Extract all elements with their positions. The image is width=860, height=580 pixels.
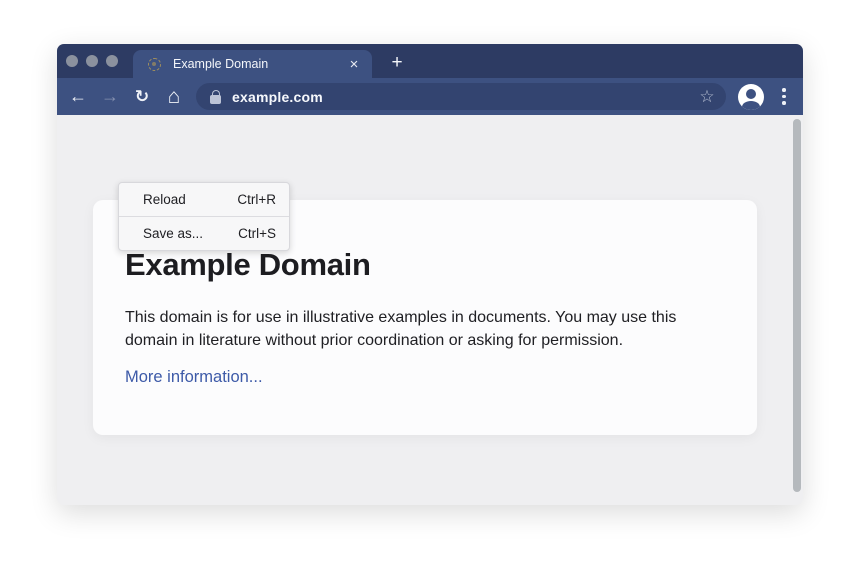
profile-avatar[interactable] (738, 84, 764, 110)
vertical-scrollbar[interactable] (793, 119, 801, 492)
reload-icon[interactable]: ↻ (126, 81, 158, 113)
address-bar[interactable]: example.com ☆ (196, 83, 726, 110)
more-information-link[interactable]: More information... (125, 368, 263, 387)
bookmark-star-icon[interactable]: ☆ (696, 86, 718, 108)
browser-menu-icon[interactable] (772, 85, 796, 109)
globe-favicon-icon (148, 58, 161, 71)
context-menu: Reload Ctrl+R Save as... Ctrl+S (118, 182, 290, 251)
tab-title: Example Domain (173, 57, 334, 71)
menu-item-reload[interactable]: Reload Ctrl+R (119, 183, 289, 216)
browser-window: Example Domain × + ← → ↻ ⌂ example.com ☆… (57, 44, 803, 505)
new-tab-button[interactable]: + (385, 50, 409, 74)
page-paragraph: This domain is for use in illustrative e… (125, 306, 715, 352)
menu-item-save-as[interactable]: Save as... Ctrl+S (119, 217, 289, 250)
window-maximize-button[interactable] (106, 55, 118, 67)
lock-icon[interactable] (210, 90, 221, 104)
back-icon[interactable]: ← (62, 81, 94, 113)
url-text: example.com (232, 89, 323, 105)
page-viewport: Example Domain This domain is for use in… (57, 115, 803, 505)
forward-icon[interactable]: → (94, 81, 126, 113)
window-minimize-button[interactable] (86, 55, 98, 67)
window-controls (66, 55, 118, 67)
browser-toolbar: ← → ↻ ⌂ example.com ☆ (57, 78, 803, 115)
browser-tab[interactable]: Example Domain × (133, 50, 372, 78)
tab-strip: Example Domain × + (57, 44, 803, 78)
window-close-button[interactable] (66, 55, 78, 67)
tab-close-icon[interactable]: × (346, 56, 362, 72)
page-title: Example Domain (125, 246, 725, 283)
menu-item-shortcut: Ctrl+R (237, 192, 276, 207)
menu-item-label: Save as... (143, 226, 203, 241)
menu-item-shortcut: Ctrl+S (238, 226, 276, 241)
menu-item-label: Reload (143, 192, 186, 207)
home-icon[interactable]: ⌂ (158, 81, 190, 113)
